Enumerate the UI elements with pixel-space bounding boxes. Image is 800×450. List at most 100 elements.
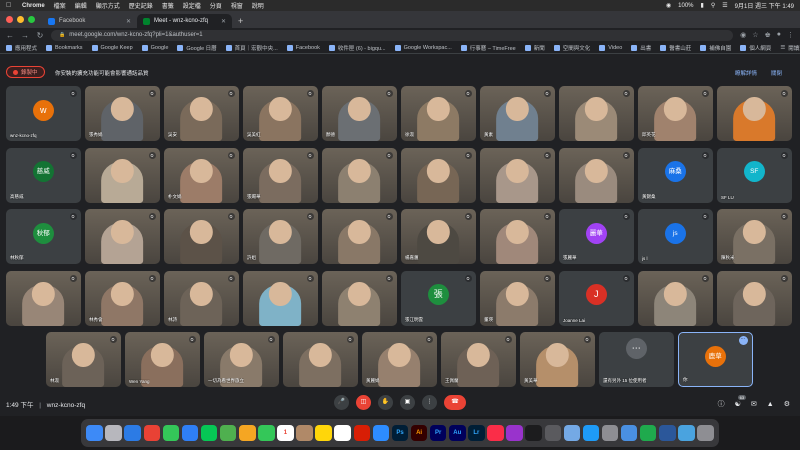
host-controls-icon[interactable]: ⚙: [784, 400, 790, 408]
participant-tile[interactable]: w ⦸ wnz-kcno-zfq: [6, 86, 81, 141]
dock-safari-icon[interactable]: [124, 424, 141, 442]
participant-tile[interactable]: ⦸ 張秀娟: [85, 86, 160, 141]
participant-tile[interactable]: ⦸ 吳安: [164, 86, 239, 141]
participant-tile[interactable]: ⦸ 黃美華: [520, 332, 595, 387]
participant-tile[interactable]: ⦸ 林詩: [164, 270, 239, 326]
tab-facebook[interactable]: Facebook ✕: [42, 14, 137, 28]
participant-tile[interactable]: ⦸ 董瑛: [480, 270, 555, 326]
menu-item[interactable]: 書籤: [162, 1, 174, 10]
participant-tile[interactable]: ⦸ 一切為看世界旅立: [204, 332, 279, 387]
close-window-button[interactable]: [6, 16, 13, 23]
dock-app-store-icon[interactable]: [582, 424, 600, 442]
dock-trash-icon[interactable]: [697, 424, 714, 442]
extensions-icon[interactable]: ♚: [764, 31, 770, 39]
participant-tile[interactable]: ⦸: [85, 209, 160, 264]
search-icon[interactable]: ⚲: [711, 2, 715, 9]
participant-tile[interactable]: 秋郁 ⦸ 林秋郁: [6, 209, 81, 264]
dock-preview-icon[interactable]: [563, 424, 581, 442]
dock-au-icon[interactable]: Au: [449, 424, 466, 442]
chat-icon[interactable]: ✉: [751, 400, 757, 408]
participant-tile[interactable]: ⦸ 朴文娟: [164, 147, 239, 203]
star-icon[interactable]: ☆: [752, 31, 758, 39]
participant-tile[interactable]: ⦸: [401, 147, 476, 203]
zoom-window-button[interactable]: [28, 16, 35, 23]
dock-photos-icon[interactable]: [239, 424, 256, 442]
participant-tile[interactable]: ⦸: [322, 270, 397, 326]
menu-item[interactable]: 顯示方式: [96, 1, 120, 10]
menu-app-name[interactable]: Chrome: [22, 3, 45, 9]
bookmark-item[interactable]: Google: [141, 44, 168, 51]
participant-tile[interactable]: ⦸: [322, 209, 397, 264]
menu-icon[interactable]: ⋮: [787, 31, 794, 39]
participant-tile[interactable]: ⦸: [717, 86, 792, 141]
participant-tile[interactable]: ⦸: [243, 270, 318, 326]
bookmark-item[interactable]: 首頁｜宏觀中央...: [225, 44, 278, 52]
wifi-icon[interactable]: ◉: [666, 2, 671, 9]
minimize-window-button[interactable]: [17, 16, 24, 23]
participant-tile[interactable]: ⦸ 楊嘉蕙: [401, 209, 476, 264]
reload-icon[interactable]: ↻: [36, 31, 44, 40]
menu-item[interactable]: 編輯: [75, 1, 87, 10]
dock-settings-icon[interactable]: [601, 424, 619, 442]
present-screen-button[interactable]: ▣: [400, 395, 415, 410]
activities-icon[interactable]: ▲: [767, 401, 774, 408]
dock-numbers-icon[interactable]: [639, 424, 657, 442]
dock-acrobat-icon[interactable]: [353, 424, 371, 442]
dock-word-icon[interactable]: [659, 424, 676, 442]
forward-icon[interactable]: →: [21, 31, 29, 40]
dock-contacts-icon[interactable]: [296, 424, 313, 442]
participant-tile[interactable]: ⦸ 徐淑: [401, 86, 476, 141]
dock-line-icon[interactable]: [200, 424, 218, 442]
participant-tile[interactable]: 慈威 ⦸ 高慈威: [6, 147, 81, 203]
participant-tile[interactable]: ⦸ 黃素: [480, 86, 555, 141]
bookmark-item[interactable]: 個人網頁: [740, 44, 771, 52]
bookmark-item[interactable]: 新聞: [524, 44, 545, 52]
dock-pr-icon[interactable]: Pr: [429, 424, 447, 442]
bookmark-item[interactable]: 補佛自園: [700, 44, 731, 52]
learn-more-link[interactable]: 瞭解詳情: [735, 69, 757, 77]
bookmark-item[interactable]: Google 日曆: [177, 44, 217, 52]
participant-tile[interactable]: ⦸ Wen Yang: [125, 332, 200, 387]
dock-folder-icon[interactable]: [678, 424, 695, 442]
new-tab-button[interactable]: +: [238, 16, 243, 26]
participant-tile[interactable]: ⦸: [480, 209, 555, 264]
participant-tile[interactable]: ⦸: [480, 147, 555, 203]
participant-tile[interactable]: ⦸ 王佩蘭: [441, 332, 516, 387]
menu-item[interactable]: 說明: [252, 1, 264, 10]
bookmark-item[interactable]: 應用程式: [6, 44, 37, 52]
dock-finder-icon[interactable]: [86, 424, 103, 442]
clock[interactable]: 9月1日 週三 下午 1:49: [735, 1, 794, 10]
people-button[interactable]: ☯ 63: [735, 395, 747, 408]
bookmark-item[interactable]: 行事曆 – TimeFree: [460, 44, 516, 52]
dock-notes-icon[interactable]: [315, 424, 332, 442]
participant-tile[interactable]: ⦸: [283, 332, 358, 387]
dock-calendar-icon[interactable]: 1: [277, 424, 294, 442]
dock-calculator-icon[interactable]: [544, 424, 561, 442]
meeting-details-icon[interactable]: ⓘ: [718, 399, 725, 409]
bookmark-item[interactable]: 空間與文化: [553, 44, 590, 52]
camera-permission-icon[interactable]: ◉: [740, 31, 746, 39]
menu-item[interactable]: 歷史記錄: [129, 1, 153, 10]
participant-tile[interactable]: ⦸: [322, 147, 397, 203]
dock-chrome-icon[interactable]: [143, 424, 161, 442]
participant-tile[interactable]: ⦸ 張賜華: [243, 147, 318, 203]
reading-list[interactable]: ☰ 閱讀清單: [780, 44, 800, 52]
dock-ai-icon[interactable]: Ai: [410, 424, 428, 442]
dock-mail-icon[interactable]: [181, 424, 199, 442]
dock-launchpad-icon[interactable]: [105, 424, 122, 442]
menu-item[interactable]: 檔案: [54, 1, 66, 10]
participant-tile[interactable]: ⦸: [559, 86, 634, 141]
bookmark-item[interactable]: 醫書山莊: [660, 44, 691, 52]
close-tab-icon[interactable]: ✕: [221, 18, 226, 25]
participant-tile[interactable]: ⦸: [638, 270, 713, 326]
participant-tile[interactable]: J ⦸ Joanne Lai: [559, 270, 634, 326]
profile-icon[interactable]: ●: [777, 31, 781, 39]
more-participants-tile[interactable]: ⋯ 還有另外 15 位使用者: [599, 332, 674, 387]
dock-music-icon[interactable]: [487, 424, 504, 442]
participant-tile[interactable]: ⦸ 林淑: [46, 332, 121, 387]
dock-lr-icon[interactable]: Lr: [468, 424, 485, 442]
participant-tile[interactable]: js ⦸ js l: [638, 209, 713, 264]
dismiss-button[interactable]: 關閉: [771, 69, 782, 77]
participant-tile[interactable]: ⦸ 林秀會: [85, 270, 160, 326]
dock-zoom-icon[interactable]: [372, 424, 390, 442]
